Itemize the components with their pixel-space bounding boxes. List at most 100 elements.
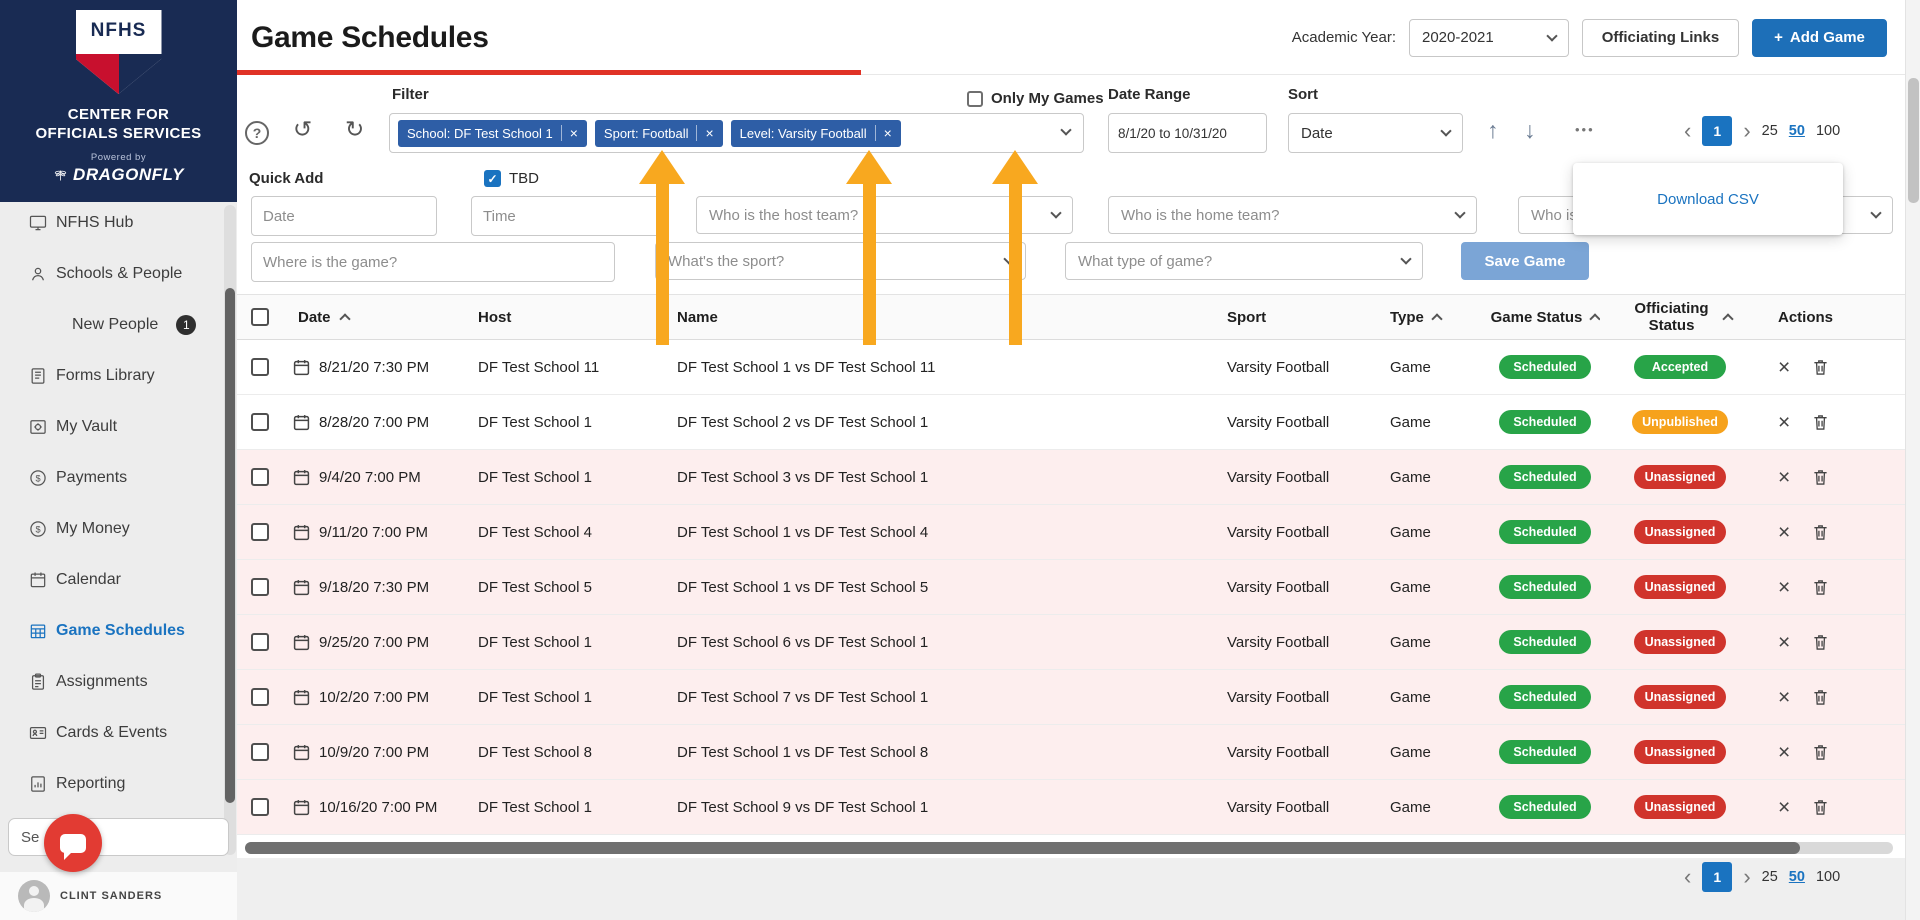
page-size-100[interactable]: 100 — [1816, 123, 1840, 139]
sidebar-item-schools-people[interactable]: Schools & People — [0, 248, 237, 299]
cancel-game-icon[interactable]: × — [1778, 797, 1790, 818]
cancel-game-icon[interactable]: × — [1778, 467, 1790, 488]
sidebar-item-my-money[interactable]: My Money — [0, 503, 237, 554]
chat-launcher-button[interactable] — [44, 814, 102, 872]
sort-select[interactable]: Date — [1288, 113, 1463, 153]
select-all-checkbox[interactable] — [251, 308, 269, 327]
cancel-game-icon[interactable]: × — [1778, 522, 1790, 543]
sidebar-item-new-people[interactable]: New People 1 — [0, 299, 237, 350]
sidebar-item-label: Assignments — [56, 672, 148, 690]
help-icon[interactable]: ? — [245, 121, 269, 145]
pagination-next-button[interactable]: › — [1743, 866, 1750, 888]
cancel-game-icon[interactable]: × — [1778, 577, 1790, 598]
delete-game-icon[interactable] — [1810, 687, 1831, 708]
vertical-scrollbar-thumb[interactable] — [1908, 78, 1919, 203]
only-my-games-toggle[interactable]: Only My Games — [967, 90, 1104, 107]
filter-combobox[interactable]: School: DF Test School 1 × Sport: Footba… — [389, 113, 1084, 153]
page-size-25[interactable]: 25 — [1762, 123, 1778, 139]
pagination-next-button[interactable]: › — [1743, 120, 1750, 142]
officiating-links-button[interactable]: Officiating Links — [1582, 18, 1739, 57]
sidebar-item-forms-library[interactable]: Forms Library — [0, 350, 237, 401]
history-icon[interactable]: ↺ — [293, 118, 312, 141]
add-game-button[interactable]: + Add Game — [1752, 18, 1887, 57]
page-size-50[interactable]: 50 — [1789, 123, 1805, 139]
page-size-100[interactable]: 100 — [1816, 869, 1840, 885]
game-sport: Varsity Football — [1227, 578, 1330, 596]
sidebar-item-assignments[interactable]: Assignments — [0, 656, 237, 707]
delete-game-icon[interactable] — [1810, 357, 1831, 378]
filter-chip-level[interactable]: Level: Varsity Football × — [730, 119, 901, 147]
column-header-officiating-status[interactable]: Officiating Status — [1600, 300, 1760, 334]
row-checkbox[interactable] — [251, 633, 269, 652]
sidebar-item-game-schedules[interactable]: Game Schedules — [0, 605, 237, 656]
column-header-type[interactable]: Type — [1390, 309, 1490, 326]
sidebar-item-calendar[interactable]: Calendar — [0, 554, 237, 605]
delete-game-icon[interactable] — [1810, 467, 1831, 488]
academic-year-select[interactable]: 2020-2021 — [1409, 18, 1569, 57]
tbd-checkbox[interactable]: ✓ — [484, 170, 501, 187]
row-checkbox[interactable] — [251, 413, 269, 432]
sidebar-item-my-vault[interactable]: My Vault — [0, 401, 237, 452]
home-team-select[interactable]: Who is the home team? — [1108, 196, 1477, 234]
delete-game-icon[interactable] — [1810, 522, 1831, 543]
row-checkbox[interactable] — [251, 743, 269, 762]
sort-descending-icon[interactable]: ↓ — [1524, 119, 1536, 142]
game-location-input[interactable] — [251, 242, 615, 282]
remove-chip-icon[interactable]: × — [560, 125, 578, 141]
cancel-game-icon[interactable]: × — [1778, 742, 1790, 763]
download-csv-menu-item[interactable]: Download CSV — [1657, 191, 1759, 208]
remove-chip-icon[interactable]: × — [696, 125, 714, 141]
cancel-game-icon[interactable]: × — [1778, 687, 1790, 708]
date-range-input[interactable] — [1108, 113, 1267, 153]
delete-game-icon[interactable] — [1810, 632, 1831, 653]
chevron-down-icon — [1400, 253, 1412, 265]
sort-ascending-icon[interactable]: ↑ — [1487, 119, 1499, 142]
officiating-status-badge: Unassigned — [1634, 520, 1726, 544]
cancel-game-icon[interactable]: × — [1778, 412, 1790, 433]
row-checkbox[interactable] — [251, 358, 269, 377]
sidebar-item-cards-events[interactable]: Cards & Events — [0, 707, 237, 758]
quick-add-time-input[interactable] — [471, 196, 661, 236]
row-checkbox[interactable] — [251, 523, 269, 542]
table-row: 9/25/20 7:00 PM DF Test School 1 DF Test… — [237, 615, 1905, 670]
row-checkbox[interactable] — [251, 468, 269, 487]
pagination-prev-button[interactable]: ‹ — [1684, 866, 1691, 888]
delete-game-icon[interactable] — [1810, 797, 1831, 818]
delete-game-icon[interactable] — [1810, 742, 1831, 763]
column-header-date[interactable]: Date — [285, 309, 478, 326]
delete-game-icon[interactable] — [1810, 577, 1831, 598]
sidebar-item-payments[interactable]: Payments — [0, 452, 237, 503]
remove-chip-icon[interactable]: × — [874, 125, 892, 141]
pagination-current-page[interactable]: 1 — [1702, 116, 1733, 146]
row-checkbox[interactable] — [251, 798, 269, 817]
sidebar-item-nfhs-hub[interactable]: NFHS Hub — [0, 197, 237, 248]
sidebar-item-reporting[interactable]: Reporting — [0, 758, 237, 809]
sport-select[interactable]: What's the sport? — [655, 242, 1026, 280]
sidebar-search-input[interactable]: Se — [8, 818, 229, 856]
only-my-games-checkbox[interactable] — [967, 90, 983, 107]
tbd-toggle[interactable]: ✓ TBD — [484, 170, 539, 187]
pagination-current-page[interactable]: 1 — [1702, 862, 1733, 892]
game-type: Game — [1390, 743, 1431, 761]
user-row[interactable]: CLINT SANDERS — [0, 872, 237, 920]
host-team-select[interactable]: Who is the host team? — [696, 196, 1073, 234]
cancel-game-icon[interactable]: × — [1778, 357, 1790, 378]
page-size-25[interactable]: 25 — [1762, 869, 1778, 885]
filter-chip-sport[interactable]: Sport: Football × — [594, 119, 723, 147]
filter-chip-school[interactable]: School: DF Test School 1 × — [398, 119, 587, 147]
page-size-50[interactable]: 50 — [1789, 869, 1805, 885]
column-header-game-status[interactable]: Game Status — [1490, 309, 1600, 326]
save-game-button[interactable]: Save Game — [1461, 242, 1589, 280]
sidebar-scrollbar-thumb[interactable] — [225, 288, 235, 803]
row-checkbox[interactable] — [251, 578, 269, 597]
more-options-icon[interactable]: ••• — [1575, 122, 1595, 137]
academic-year-label: Academic Year: — [1291, 29, 1396, 46]
row-checkbox[interactable] — [251, 688, 269, 707]
cancel-game-icon[interactable]: × — [1778, 632, 1790, 653]
quick-add-date-input[interactable] — [251, 196, 437, 236]
horizontal-scrollbar-thumb[interactable] — [245, 842, 1800, 854]
refresh-icon[interactable]: ↻ — [345, 118, 364, 141]
game-type-select[interactable]: What type of game? — [1065, 242, 1423, 280]
pagination-prev-button[interactable]: ‹ — [1684, 120, 1691, 142]
delete-game-icon[interactable] — [1810, 412, 1831, 433]
